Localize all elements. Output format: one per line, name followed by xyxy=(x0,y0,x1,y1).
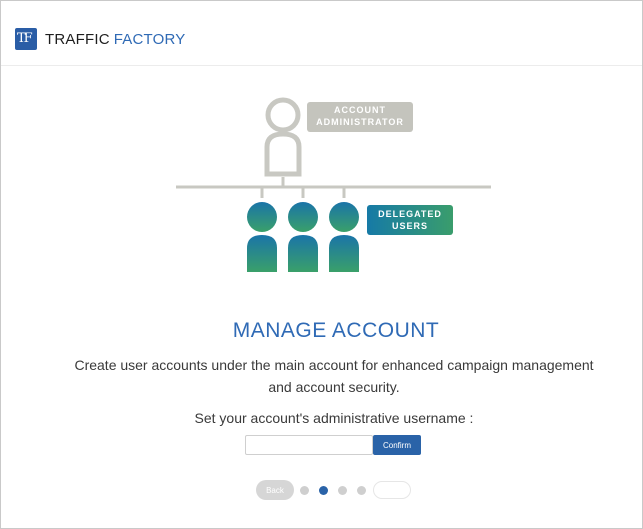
onboarding-window: TRAFFICFACTORY xyxy=(0,0,643,529)
username-prompt: Set your account's administrative userna… xyxy=(194,410,474,426)
account-administrator-tag: ACCOUNT ADMINISTRATOR xyxy=(307,102,413,132)
description-line2: and account security. xyxy=(268,379,400,395)
step-dot-1[interactable] xyxy=(300,486,309,495)
delegated-tag-line2: USERS xyxy=(391,221,428,231)
hierarchy-connector xyxy=(176,177,491,198)
admin-tag-line2: ADMINISTRATOR xyxy=(316,117,404,127)
admin-username-input[interactable] xyxy=(245,435,373,455)
delegated-tag-line1: DELEGATED xyxy=(378,209,442,219)
account-hierarchy-illustration xyxy=(176,97,491,272)
step-dot-3[interactable] xyxy=(338,486,347,495)
delegated-user-icon xyxy=(288,202,318,272)
admin-tag-line1: ACCOUNT xyxy=(334,105,386,115)
back-button[interactable]: Back xyxy=(256,480,294,500)
step-dot-4[interactable] xyxy=(357,486,366,495)
delegated-user-icon xyxy=(247,202,277,272)
page-title: MANAGE ACCOUNT xyxy=(232,319,440,342)
confirm-button[interactable]: Confirm xyxy=(373,435,421,455)
delegated-users-tag: DELEGATED USERS xyxy=(367,205,453,235)
step-dot-2-active[interactable] xyxy=(319,486,328,495)
page-description: Create user accounts under the main acco… xyxy=(1,354,643,398)
description-line1: Create user accounts under the main acco… xyxy=(74,357,594,373)
next-button[interactable] xyxy=(373,481,411,499)
delegated-user-icon xyxy=(329,202,359,272)
admin-user-icon xyxy=(264,97,302,177)
